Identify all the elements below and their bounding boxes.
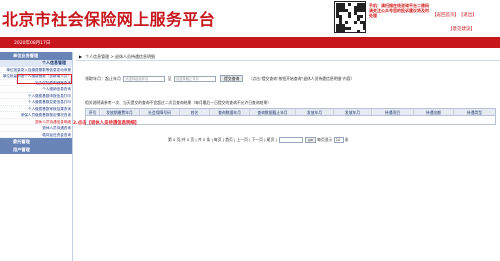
logout-link[interactable]: 退出 — [463, 13, 472, 18]
qr-module — [345, 21, 348, 24]
table-header: 序号 发放期缴费年月 社会保障号码 姓名 查询数据年月 查询数据截止年月 发放年… — [85, 108, 496, 116]
col-header: 序号 — [86, 109, 100, 115]
end-month-input[interactable]: 请选择截止年月 — [173, 75, 216, 82]
result-table: 序号 发放期缴费年月 社会保障号码 姓名 查询数据年月 查询数据截止年月 发放年… — [85, 108, 496, 125]
step-note: 2.点击【退休人员待遇信息明细】 — [73, 121, 140, 126]
pager-text: 第 0 页/共 0 页 | 共 0 条 | 每页 | 首页 | 上一页 | 下一… — [168, 137, 277, 142]
page-size-select[interactable]: 10 — [333, 137, 344, 143]
range-label: 领取年月：起止年月 — [85, 75, 121, 81]
to-label: 至 — [167, 75, 172, 81]
qr-module — [363, 9, 366, 12]
qr-module — [357, 30, 360, 33]
qr-note: 手机：请扫描在线咨询平台二维码请关注公众号您的投诉建议将及时处理 — [369, 3, 429, 18]
col-header: 发放年月 — [334, 109, 372, 115]
arrow-right-icon: ▶ — [79, 54, 83, 59]
sidebar-section-delegate[interactable]: 委托管理 — [0, 138, 72, 146]
go-button[interactable]: go — [305, 137, 316, 143]
breadcrumb-text: 个人信息管理 > 退休人员待遇信息明细 — [85, 54, 155, 59]
col-header: 发放年月 — [296, 109, 334, 115]
qr-module — [363, 27, 366, 30]
sidebar-section-user[interactable]: 用户管理 — [0, 146, 72, 154]
breadcrumb: ▶ 个人信息管理 > 退休人员待遇信息明细 — [76, 53, 500, 61]
site-title: 北京市社会保险网上服务平台 — [2, 12, 216, 29]
highlight-box — [17, 74, 72, 84]
sidebar-section-unit[interactable]: 单位业务管理 — [0, 52, 72, 60]
header-links: 【返回首页】 【退出】 — [432, 13, 477, 18]
qr-module — [354, 21, 357, 24]
col-header: 待遇金额 — [414, 109, 454, 115]
search-bar: 领取年月：起止年月 请选择起始年月 至 请选择截止年月 提交查询 （点击"提交查… — [85, 75, 354, 83]
col-header: 查询数据年月 — [210, 109, 250, 115]
qr-module — [348, 3, 351, 6]
col-header: 查询数据截止年月 — [250, 109, 296, 115]
col-header: 待遇类型 — [466, 110, 483, 115]
qr-module — [348, 15, 351, 18]
col-header: 发放期缴费年月 — [100, 109, 140, 115]
query-hint: （点击"提交查询"按钮开始查询"退休人员待遇信息明细"内容） — [248, 75, 355, 81]
qr-module — [360, 15, 363, 18]
start-month-input[interactable]: 请选择起始年月 — [123, 75, 166, 82]
feedback-link-wrap: 【意见建议】 — [448, 27, 475, 32]
current-date: 2020年08月17日 — [14, 41, 51, 46]
page-size-unit: 条 — [344, 137, 349, 142]
page-size-label: 每页显示 — [317, 137, 333, 142]
feedback-link[interactable]: 意见建议 — [453, 27, 471, 32]
col-header: 社会保障号码 — [140, 109, 180, 115]
main-content: ▶ 个人信息管理 > 退休人员待遇信息明细 领取年月：起止年月 请选择起始年月 至… — [73, 53, 500, 261]
query-button[interactable]: 提交查询 — [220, 75, 244, 82]
qr-module — [348, 27, 351, 30]
home-link[interactable]: 返回首页 — [437, 13, 455, 18]
qr-code — [334, 1, 366, 33]
col-header: 待遇项目 — [372, 109, 414, 115]
query-note: 相关说明请参考一次、当天提交的查询不宜超过二次且查询结果（每月最后一日提交的查询… — [85, 100, 272, 105]
top-bar: 2020年08月17日 — [0, 37, 500, 48]
col-header: 姓名 — [180, 109, 210, 115]
page-header: 北京市社会保险网上服务平台 手机：请扫描在线咨询平台二维码请关注公众号您的投诉建… — [0, 0, 500, 37]
table-row — [85, 116, 496, 125]
pager: 第 0 页/共 0 页 | 共 0 条 | 每页 | 首页 | 上一页 | 下一… — [168, 137, 349, 143]
qr-module — [342, 30, 345, 33]
page-input[interactable] — [278, 137, 303, 143]
